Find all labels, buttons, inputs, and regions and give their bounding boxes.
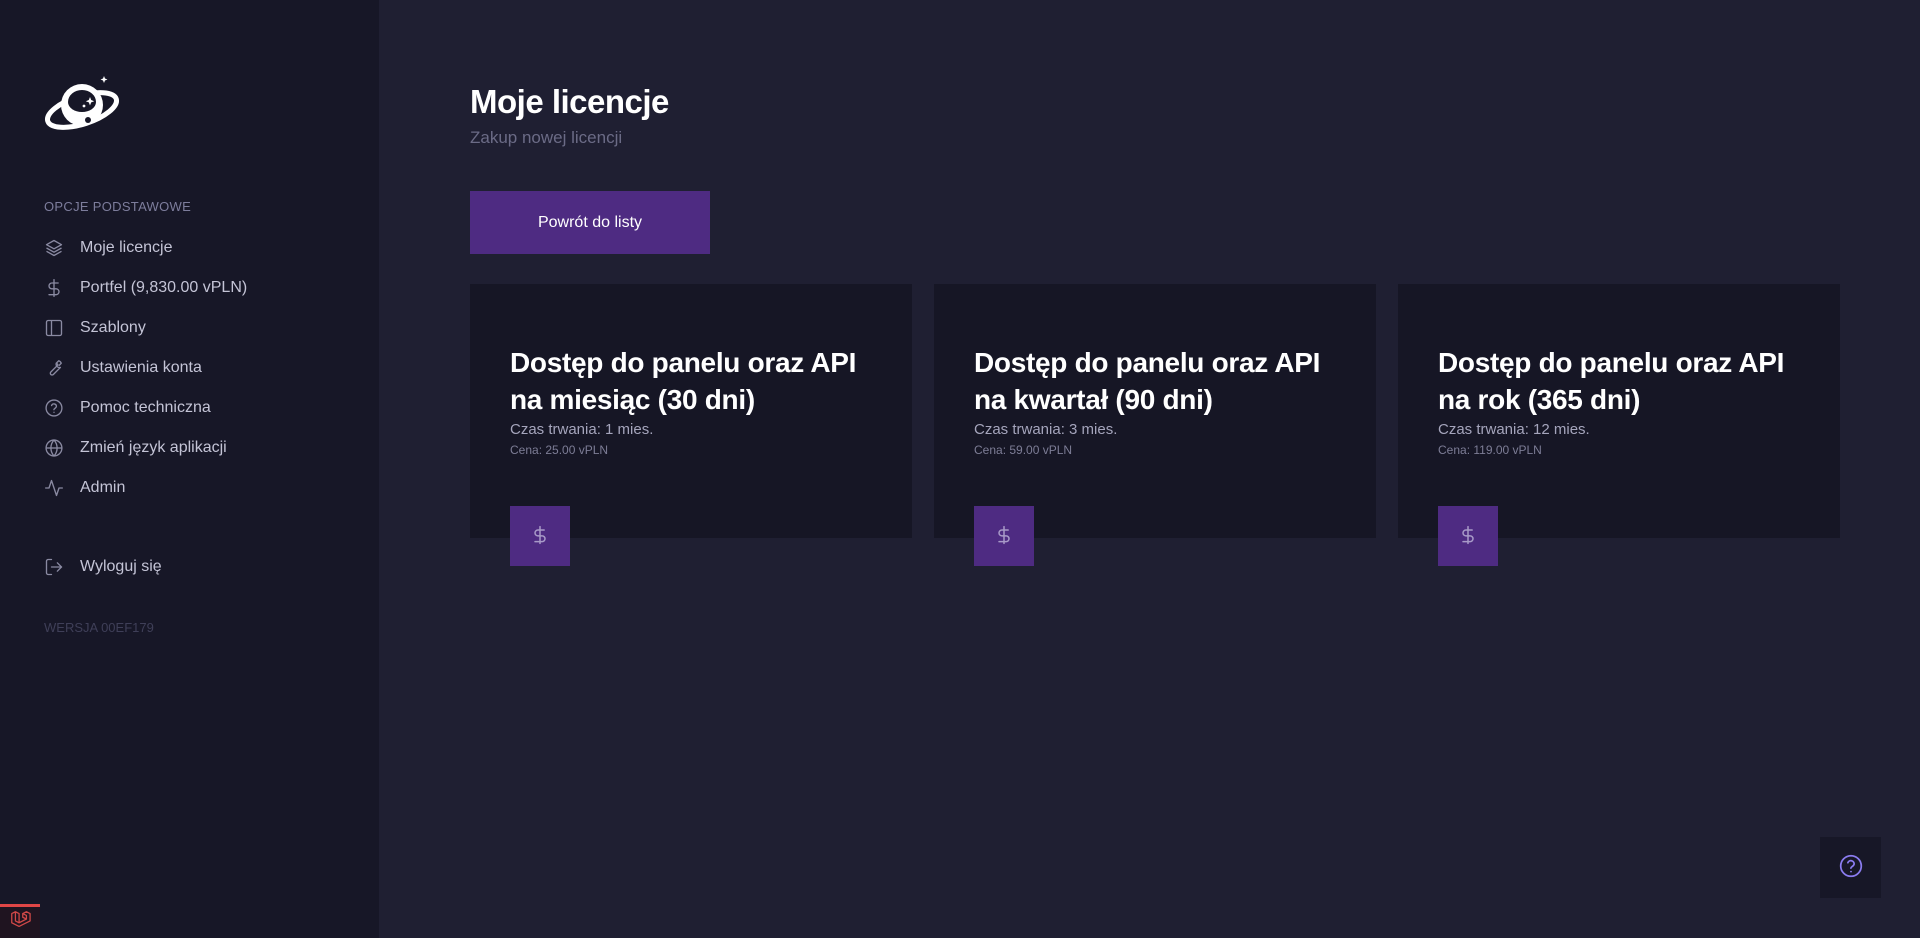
logout-icon <box>44 557 64 577</box>
sidebar-item-wallet[interactable]: Portfel (9,830.00 vPLN) <box>44 268 354 308</box>
sidebar-item-support[interactable]: Pomoc techniczna <box>44 388 354 428</box>
plan-price: Cena: 25.00 vPLN <box>510 443 609 457</box>
plan-title: Dostęp do panelu oraz API na miesiąc (30… <box>510 347 857 415</box>
logout-section: Wyloguj się <box>44 547 354 587</box>
activity-icon <box>44 478 64 498</box>
wrench-icon <box>44 358 64 378</box>
plan-title: Dostęp do panelu oraz API na kwartał (90… <box>974 347 1321 415</box>
plan-price: Cena: 59.00 vPLN <box>974 443 1073 457</box>
help-circle-icon <box>44 398 64 418</box>
sidebar-item-label: Portfel (9,830.00 vPLN) <box>80 279 248 296</box>
buy-plan-button[interactable] <box>974 506 1034 566</box>
nav-section-label: OPCJE PODSTAWOWE <box>44 199 192 214</box>
dollar-icon <box>994 525 1014 548</box>
logout-button[interactable]: Wyloguj się <box>44 547 354 587</box>
sidebar-item-templates[interactable]: Szablony <box>44 308 354 348</box>
laravel-icon <box>9 909 31 936</box>
dollar-icon <box>44 278 64 298</box>
help-widget-button[interactable] <box>1820 837 1881 898</box>
plan-card: Dostęp do panelu oraz API na rok (365 dn… <box>1398 284 1840 566</box>
plan-card: Dostęp do panelu oraz API na miesiąc (30… <box>470 284 912 566</box>
plan-card: Dostęp do panelu oraz API na kwartał (90… <box>934 284 1376 566</box>
help-circle-icon <box>1838 853 1864 882</box>
layout-icon <box>44 318 64 338</box>
layers-icon <box>44 238 64 258</box>
buy-plan-button[interactable] <box>1438 506 1498 566</box>
plan-title: Dostęp do panelu oraz API na rok (365 dn… <box>1438 347 1785 415</box>
plan-duration: Czas trwania: 12 mies. <box>1438 421 1590 438</box>
laravel-debugbar-toggle[interactable] <box>0 904 40 938</box>
buy-plan-button[interactable] <box>510 506 570 566</box>
sidebar-item-label: Zmień język aplikacji <box>80 439 227 456</box>
sidebar-item-label: Szablony <box>80 319 146 336</box>
sidebar: OPCJE PODSTAWOWE Moje licencje Portfel (… <box>0 0 379 938</box>
version-label: WERSJA 00EF179 <box>44 620 154 635</box>
sidebar-nav: Moje licencje Portfel (9,830.00 vPLN) Sz… <box>44 228 354 508</box>
sidebar-item-language[interactable]: Zmień język aplikacji <box>44 428 354 468</box>
back-to-list-button[interactable]: Powrót do listy <box>470 191 710 254</box>
sidebar-item-account-settings[interactable]: Ustawienia konta <box>44 348 354 388</box>
dollar-icon <box>1458 525 1478 548</box>
plan-duration: Czas trwania: 3 mies. <box>974 421 1118 438</box>
sidebar-item-label: Ustawienia konta <box>80 359 202 376</box>
plan-duration: Czas trwania: 1 mies. <box>510 421 654 438</box>
sidebar-item-licenses[interactable]: Moje licencje <box>44 228 354 268</box>
globe-icon <box>44 438 64 458</box>
sidebar-item-label: Admin <box>80 479 126 496</box>
dollar-icon <box>530 525 550 548</box>
main-content: Moje licencje Zakup nowej licencji Powró… <box>379 0 1920 938</box>
page-title: Moje licencje <box>470 83 669 120</box>
plan-price: Cena: 119.00 vPLN <box>1438 443 1542 457</box>
page-subtitle: Zakup nowej licencji <box>470 128 623 147</box>
sidebar-item-label: Pomoc techniczna <box>80 399 211 416</box>
sidebar-item-label: Moje licencje <box>80 239 173 256</box>
sidebar-item-admin[interactable]: Admin <box>44 468 354 508</box>
logout-label: Wyloguj się <box>80 558 162 575</box>
astronaut-logo-icon[interactable] <box>44 72 120 138</box>
